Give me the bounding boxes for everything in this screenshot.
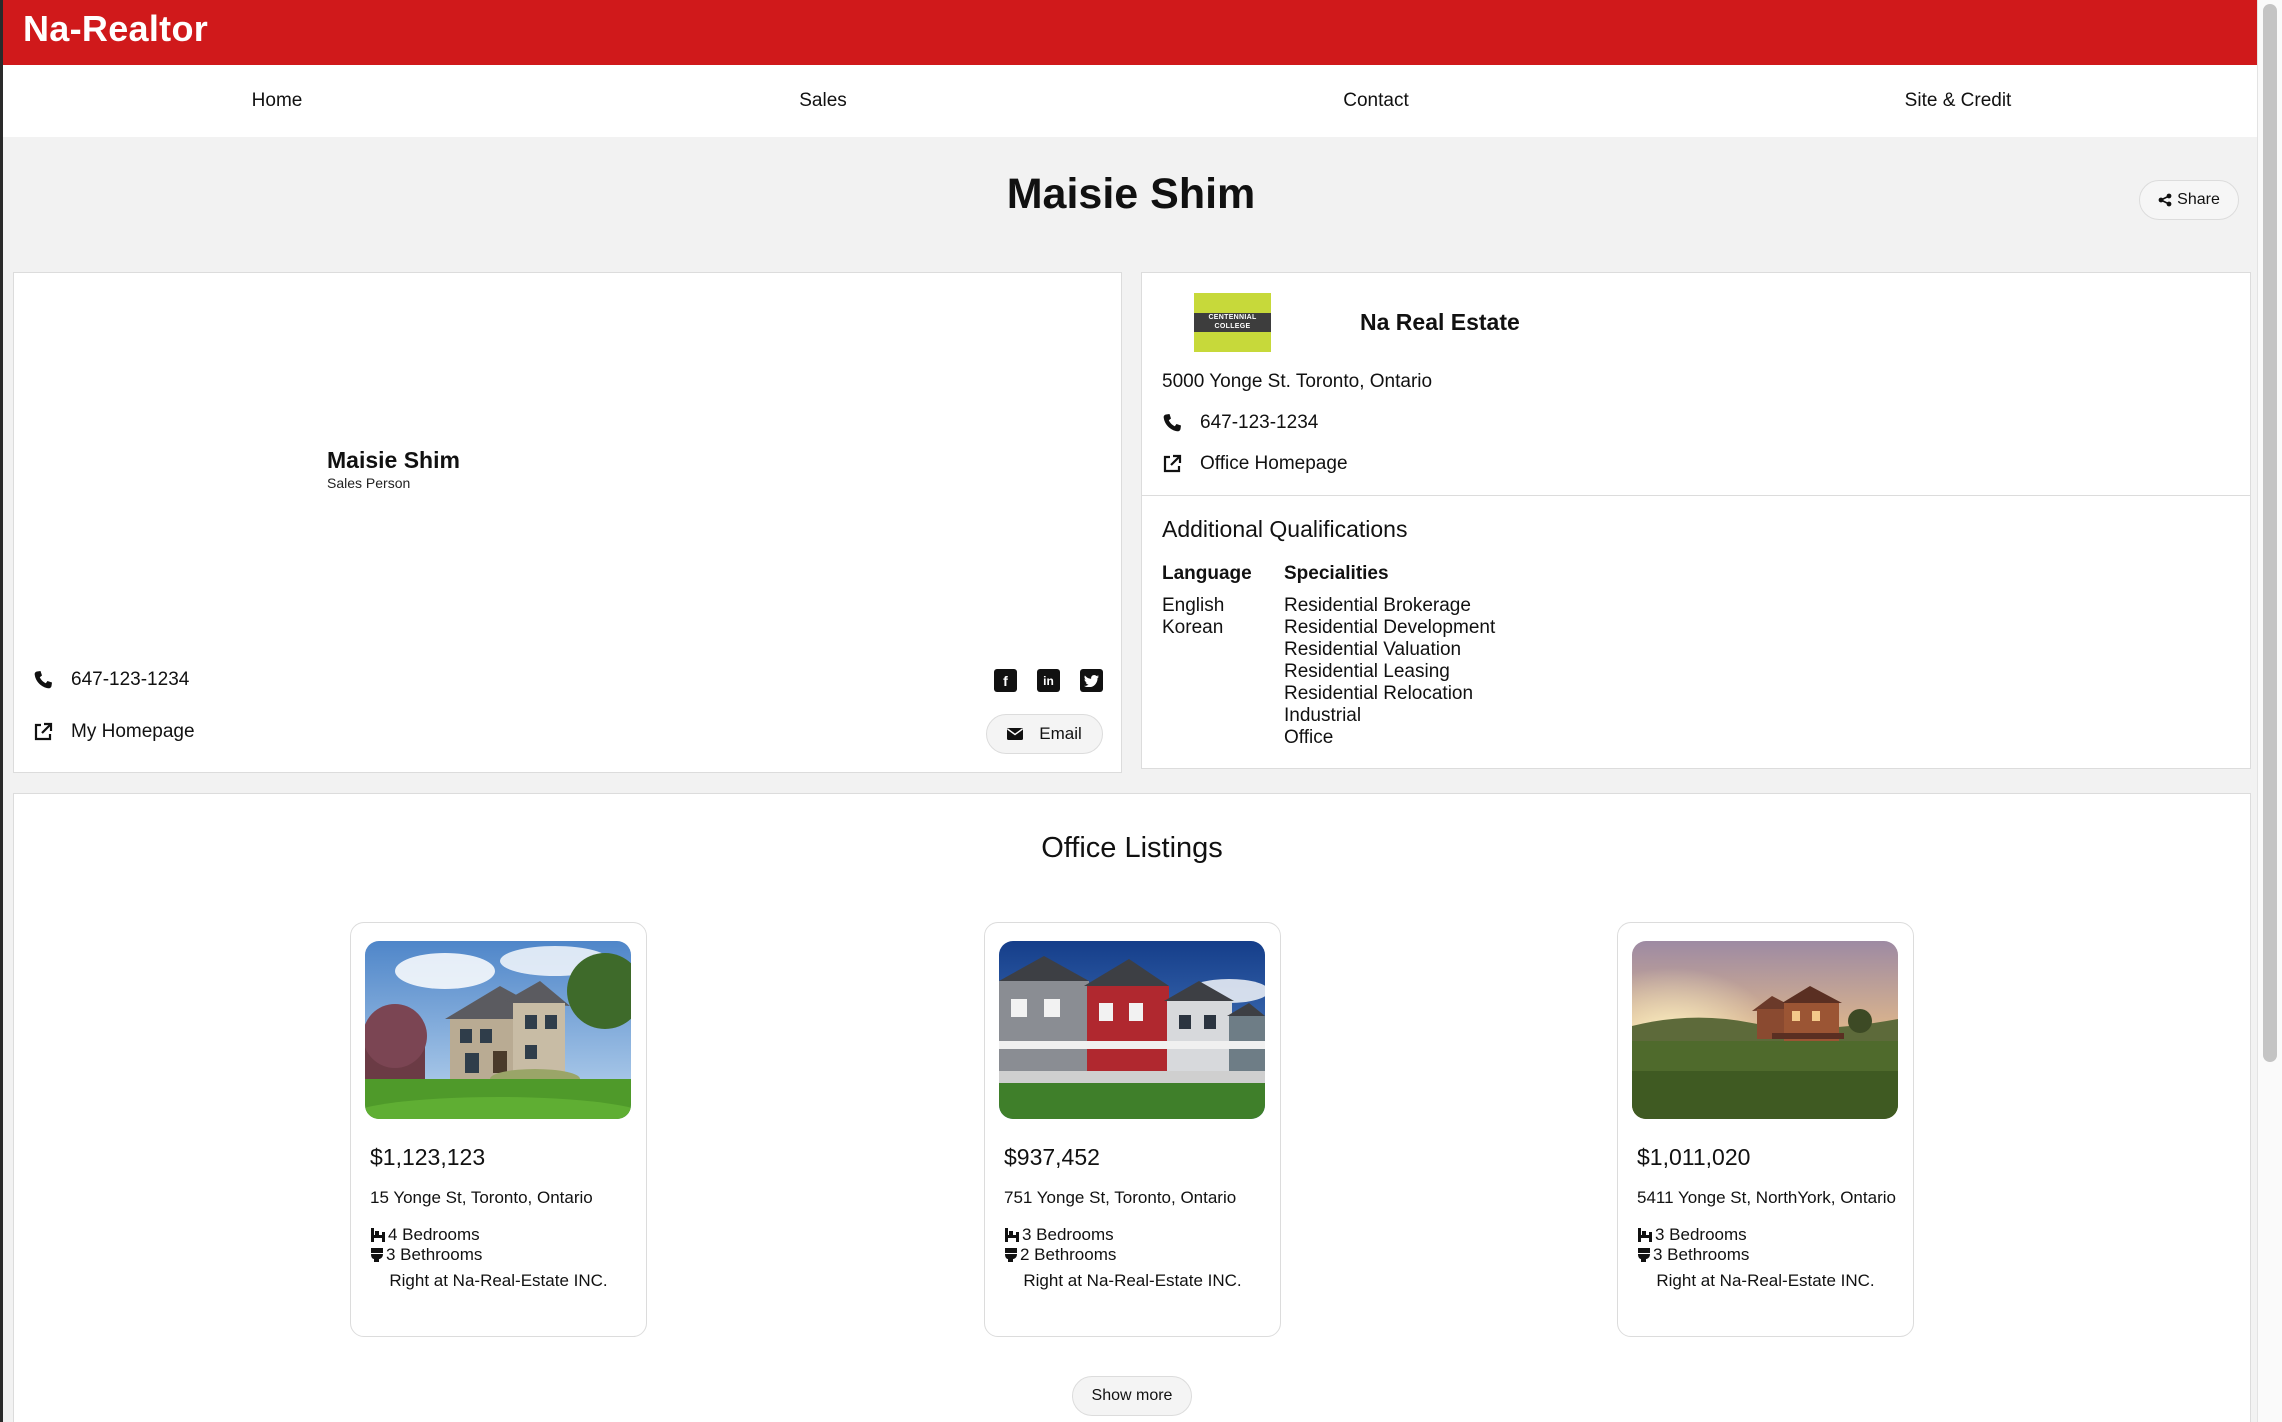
- share-button[interactable]: Share: [2139, 180, 2239, 220]
- share-label: Share: [2177, 191, 2220, 208]
- listing-brokerage: Right at Na-Real-Estate INC.: [1656, 1271, 1875, 1290]
- office-logo-text: CENTENNIAL COLLEGE: [1194, 313, 1271, 332]
- speciality-item: Residential Development: [1284, 617, 1496, 638]
- office-address: 5000 Yonge St. Toronto, Ontario: [1162, 371, 1433, 392]
- listing-bathrooms-label: 3 Bethrooms: [386, 1245, 483, 1264]
- listing-photo[interactable]: [365, 941, 631, 1119]
- office-listings-section: Office Listings $1,123,123 15 Yonge St, …: [13, 793, 2251, 1422]
- agent-name: Maisie Shim: [327, 447, 460, 473]
- brand-logo[interactable]: Na-Realtor: [23, 8, 208, 50]
- speciality-item: Industrial: [1284, 705, 1362, 726]
- page: Na-Realtor Home Sales Contact Site & Cre…: [0, 0, 2282, 1422]
- listing-bathrooms: 3 Bethrooms: [1637, 1245, 1749, 1265]
- phone-icon: [33, 670, 53, 690]
- listing-bedrooms-label: 3 Bedrooms: [1022, 1225, 1114, 1244]
- agent-phone: 647-123-1234: [71, 669, 190, 690]
- speciality-item: Office: [1284, 727, 1334, 748]
- scrollbar-thumb[interactable]: [2263, 4, 2277, 1062]
- listing-price: $1,011,020: [1637, 1144, 1751, 1170]
- listing-bedrooms-label: 4 Bedrooms: [388, 1225, 480, 1244]
- listing-address: 5411 Yonge St, NorthYork, Ontario: [1637, 1188, 1896, 1207]
- facebook-icon[interactable]: f: [994, 669, 1017, 692]
- listing-bedrooms-label: 3 Bedrooms: [1655, 1225, 1747, 1244]
- office-card: CENTENNIAL COLLEGE Na Real Estate 5000 Y…: [1141, 272, 2251, 769]
- office-phone: 647-123-1234: [1200, 412, 1319, 433]
- listing-price: $1,123,123: [370, 1144, 486, 1170]
- listing-price: $937,452: [1004, 1144, 1100, 1170]
- office-homepage-label: Office Homepage: [1200, 453, 1348, 474]
- bed-icon: [1637, 1227, 1653, 1243]
- speciality-item: Residential Valuation: [1284, 639, 1462, 660]
- agent-homepage-label: My Homepage: [71, 721, 195, 742]
- listing-bedrooms: 3 Bedrooms: [1004, 1225, 1114, 1245]
- social-links: f in: [994, 669, 1103, 692]
- toilet-icon: [1004, 1247, 1018, 1263]
- language-item: English: [1162, 595, 1225, 616]
- language-item: Korean: [1162, 617, 1224, 638]
- office-phone-row[interactable]: 647-123-1234: [1162, 412, 1318, 434]
- email-button[interactable]: Email: [986, 714, 1103, 754]
- listing-bathrooms: 3 Bethrooms: [370, 1245, 482, 1265]
- bed-icon: [370, 1227, 386, 1243]
- agent-homepage-link[interactable]: My Homepage: [33, 721, 195, 743]
- toilet-icon: [370, 1247, 384, 1263]
- office-name: Na Real Estate: [1360, 309, 1520, 335]
- nav-site-credit[interactable]: Site & Credit: [1905, 65, 2012, 137]
- linkedin-icon[interactable]: in: [1037, 669, 1060, 692]
- language-column: Language English Korean: [1162, 563, 1252, 639]
- listing-brokerage: Right at Na-Real-Estate INC.: [389, 1271, 608, 1290]
- bed-icon: [1004, 1227, 1020, 1243]
- listing-card[interactable]: $937,452 751 Yonge St, Toronto, Ontario …: [984, 922, 1281, 1337]
- office-homepage-link[interactable]: Office Homepage: [1162, 453, 1348, 475]
- listing-brokerage: Right at Na-Real-Estate INC.: [1023, 1271, 1242, 1290]
- listing-bedrooms: 3 Bedrooms: [1637, 1225, 1747, 1245]
- page-title: Maisie Shim: [1006, 170, 1256, 218]
- office-logo: CENTENNIAL COLLEGE: [1194, 293, 1271, 352]
- listings-title: Office Listings: [1041, 832, 1223, 864]
- divider: [1142, 495, 2250, 496]
- language-header: Language: [1162, 563, 1252, 584]
- external-link-icon: [33, 722, 53, 742]
- phone-icon: [1162, 413, 1182, 433]
- main-nav: Home Sales Contact Site & Credit: [3, 65, 2258, 137]
- listing-address: 751 Yonge St, Toronto, Ontario: [1004, 1188, 1237, 1207]
- email-label: Email: [1039, 724, 1082, 743]
- listing-address: 15 Yonge St, Toronto, Ontario: [370, 1188, 593, 1207]
- agent-card: Maisie Shim Sales Person 647-123-1234 My…: [13, 272, 1122, 773]
- listing-card[interactable]: $1,011,020 5411 Yonge St, NorthYork, Ont…: [1617, 922, 1914, 1337]
- listing-bathrooms-label: 2 Bethrooms: [1020, 1245, 1117, 1264]
- listing-bedrooms: 4 Bedrooms: [370, 1225, 480, 1245]
- nav-contact[interactable]: Contact: [1343, 65, 1408, 137]
- specialities-header: Specialities: [1284, 563, 1389, 584]
- envelope-icon: [1007, 728, 1024, 740]
- listing-card[interactable]: $1,123,123 15 Yonge St, Toronto, Ontario…: [350, 922, 647, 1337]
- external-link-icon: [1162, 454, 1182, 474]
- nav-sales[interactable]: Sales: [799, 65, 847, 137]
- scrollbar[interactable]: [2257, 0, 2282, 1422]
- specialities-column: Specialities Residential Brokerage Resid…: [1284, 563, 1495, 749]
- show-more-button[interactable]: Show more: [1072, 1376, 1192, 1416]
- agent-phone-row[interactable]: 647-123-1234: [33, 669, 189, 691]
- nav-home[interactable]: Home: [252, 65, 303, 137]
- speciality-item: Residential Brokerage: [1284, 595, 1471, 616]
- share-icon: [2158, 193, 2172, 207]
- top-bar: Na-Realtor: [3, 0, 2258, 65]
- speciality-item: Residential Relocation: [1284, 683, 1474, 704]
- agent-role: Sales Person: [327, 475, 411, 491]
- twitter-icon[interactable]: [1080, 669, 1103, 692]
- listing-bathrooms: 2 Bethrooms: [1004, 1245, 1116, 1265]
- speciality-item: Residential Leasing: [1284, 661, 1450, 682]
- listing-bathrooms-label: 3 Bethrooms: [1653, 1245, 1750, 1264]
- toilet-icon: [1637, 1247, 1651, 1263]
- listing-photo[interactable]: [999, 941, 1265, 1119]
- listing-photo[interactable]: [1632, 941, 1898, 1119]
- qualifications-title: Additional Qualifications: [1162, 516, 1408, 542]
